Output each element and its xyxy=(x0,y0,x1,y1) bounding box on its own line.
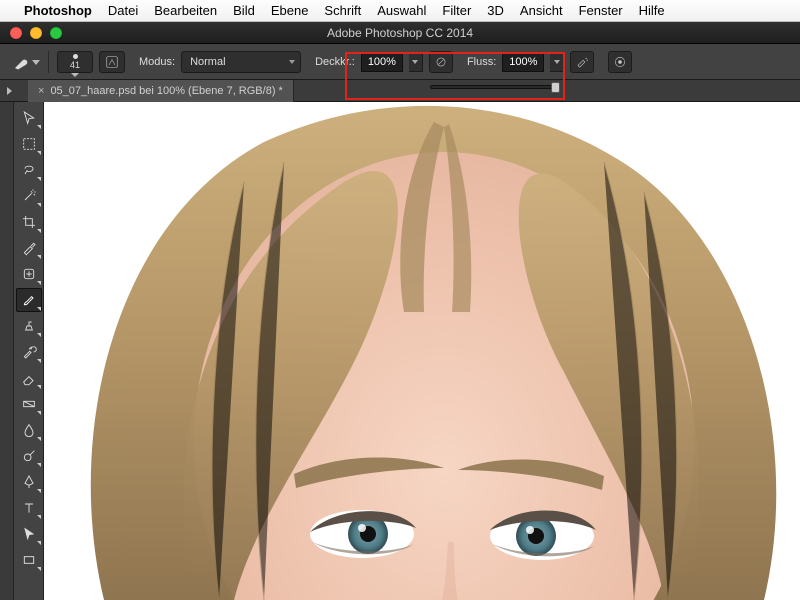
menu-hilfe[interactable]: Hilfe xyxy=(639,3,665,18)
gradient-tool[interactable] xyxy=(16,392,42,416)
menu-schrift[interactable]: Schrift xyxy=(324,3,361,18)
opacity-label: Deckkr.: xyxy=(315,56,355,68)
eraser-tool[interactable] xyxy=(16,366,42,390)
brush-size-value: 41 xyxy=(70,60,80,70)
blend-mode-value: Normal xyxy=(190,56,225,68)
brush-preset-picker[interactable]: 41 xyxy=(57,51,93,73)
zoom-window-button[interactable] xyxy=(50,27,62,39)
slider-thumb[interactable] xyxy=(551,82,560,93)
crop-tool[interactable] xyxy=(16,210,42,234)
flow-dropdown[interactable] xyxy=(550,52,564,72)
opacity-slider-flyout[interactable] xyxy=(430,82,560,94)
slider-track[interactable] xyxy=(430,85,560,89)
flow-input[interactable]: 100% xyxy=(502,52,544,72)
opacity-input[interactable]: 100% xyxy=(361,52,403,72)
opacity-dropdown[interactable] xyxy=(409,52,423,72)
brush-panel-toggle[interactable] xyxy=(99,51,125,73)
flow-label: Fluss: xyxy=(467,56,496,68)
marquee-tool[interactable] xyxy=(16,132,42,156)
path-selection-tool[interactable] xyxy=(16,522,42,546)
type-tool[interactable] xyxy=(16,496,42,520)
menu-3d[interactable]: 3D xyxy=(487,3,504,18)
brush-tool[interactable] xyxy=(16,288,42,312)
tools-panel xyxy=(14,102,44,600)
menu-auswahl[interactable]: Auswahl xyxy=(377,3,426,18)
document-canvas[interactable] xyxy=(44,102,800,600)
healing-brush-tool[interactable] xyxy=(16,262,42,286)
document-tab-label: 05_07_haare.psd bei 100% (Ebene 7, RGB/8… xyxy=(50,85,282,97)
left-gutter xyxy=(0,102,14,600)
lasso-tool[interactable] xyxy=(16,158,42,182)
menu-ebene[interactable]: Ebene xyxy=(271,3,309,18)
blend-mode-select[interactable]: Normal xyxy=(181,51,301,73)
tablet-pressure-size-toggle[interactable] xyxy=(608,51,632,73)
workspace xyxy=(0,102,800,600)
document-tab[interactable]: × 05_07_haare.psd bei 100% (Ebene 7, RGB… xyxy=(28,80,294,102)
document-tab-strip: × 05_07_haare.psd bei 100% (Ebene 7, RGB… xyxy=(0,80,800,102)
options-bar: 41 Modus: Normal Deckkr.: 100% Fluss: 10… xyxy=(0,44,800,80)
rectangle-tool[interactable] xyxy=(16,548,42,572)
minimize-window-button[interactable] xyxy=(30,27,42,39)
close-tab-icon[interactable]: × xyxy=(38,85,44,97)
menu-fenster[interactable]: Fenster xyxy=(579,3,623,18)
clone-stamp-tool[interactable] xyxy=(16,314,42,338)
menu-bearbeiten[interactable]: Bearbeiten xyxy=(154,3,217,18)
menu-ansicht[interactable]: Ansicht xyxy=(520,3,563,18)
canvas-image xyxy=(44,102,800,600)
menu-filter[interactable]: Filter xyxy=(442,3,471,18)
app-menu[interactable]: Photoshop xyxy=(24,3,92,18)
opacity-pressure-toggle[interactable] xyxy=(429,51,453,73)
eyedropper-tool[interactable] xyxy=(16,236,42,260)
blur-tool[interactable] xyxy=(16,418,42,442)
mode-label: Modus: xyxy=(139,56,175,68)
window-titlebar: Adobe Photoshop CC 2014 xyxy=(0,22,800,44)
window-title: Adobe Photoshop CC 2014 xyxy=(0,26,800,40)
magic-wand-tool[interactable] xyxy=(16,184,42,208)
menu-bild[interactable]: Bild xyxy=(233,3,255,18)
close-window-button[interactable] xyxy=(10,27,22,39)
tab-overflow-toggle[interactable] xyxy=(2,84,16,98)
move-tool[interactable] xyxy=(16,106,42,130)
window-controls xyxy=(10,27,62,39)
history-brush-tool[interactable] xyxy=(16,340,42,364)
pen-tool[interactable] xyxy=(16,470,42,494)
airbrush-toggle[interactable] xyxy=(570,51,594,73)
current-tool-indicator[interactable] xyxy=(8,49,34,75)
macos-menubar: Photoshop Datei Bearbeiten Bild Ebene Sc… xyxy=(0,0,800,22)
menu-datei[interactable]: Datei xyxy=(108,3,138,18)
dodge-tool[interactable] xyxy=(16,444,42,468)
